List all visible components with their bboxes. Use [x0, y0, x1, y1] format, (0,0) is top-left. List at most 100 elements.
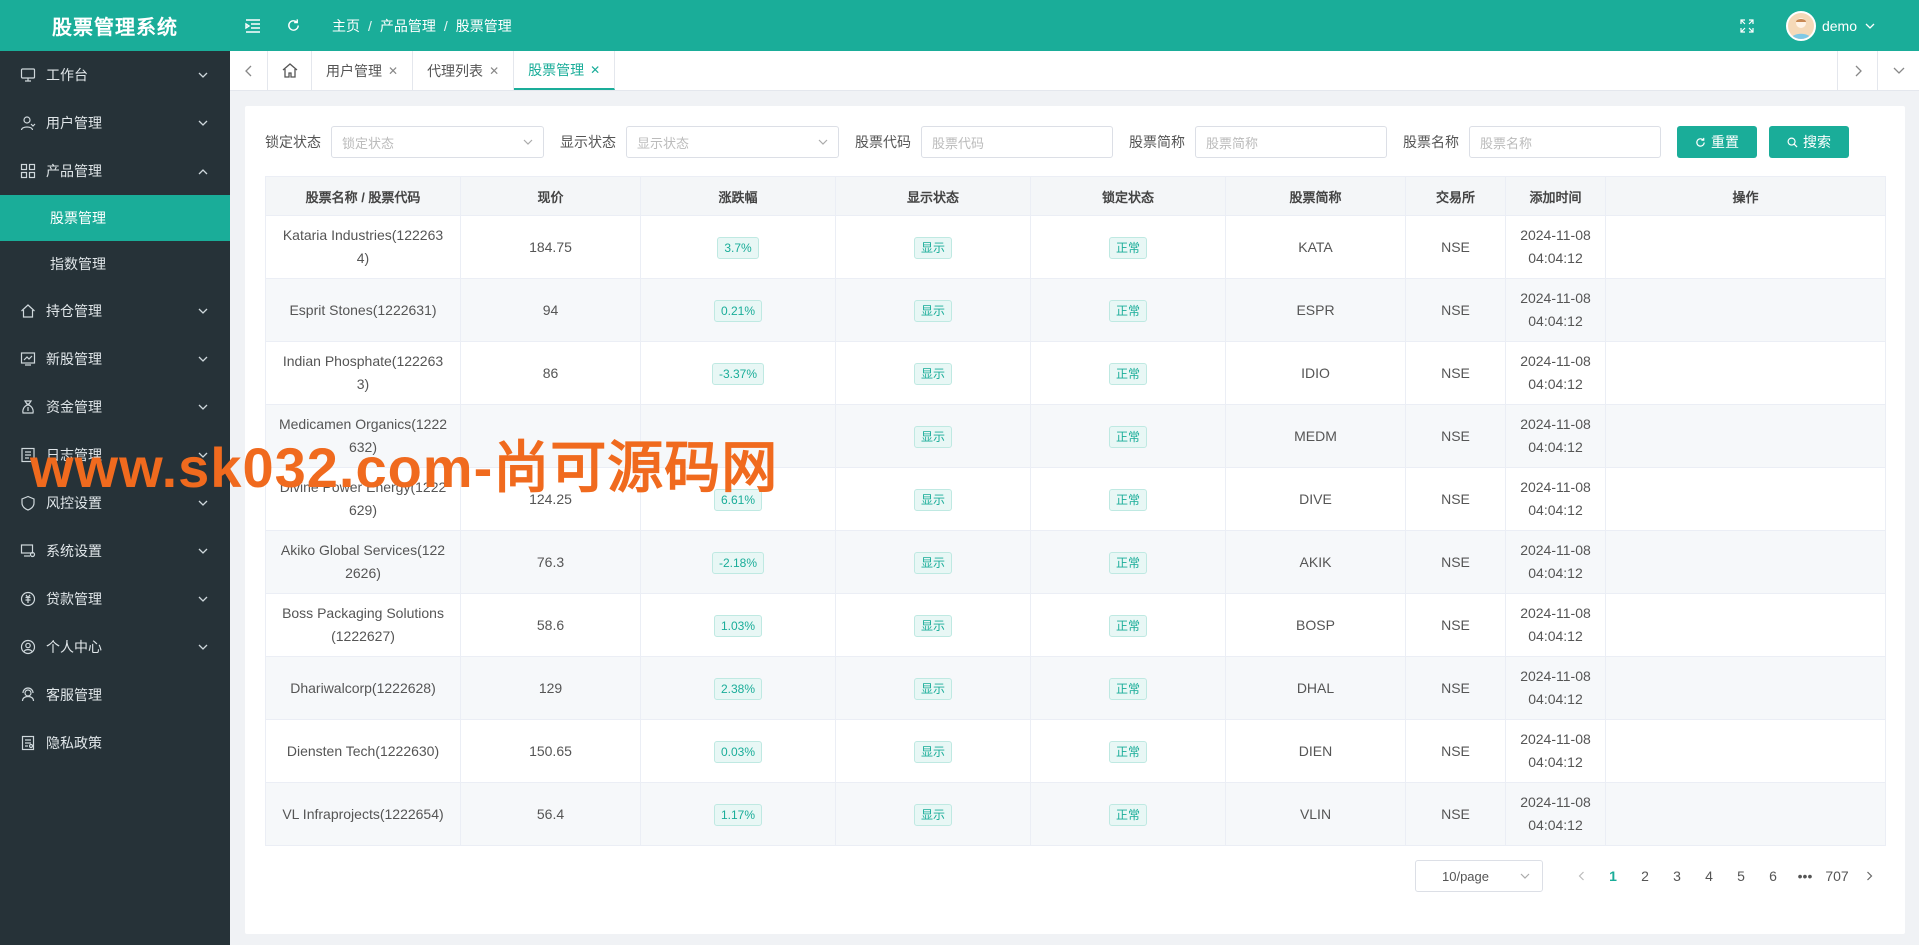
lock-status-select[interactable]: 锁定状态	[331, 126, 544, 158]
cell-actions	[1605, 719, 1886, 783]
sidebar-item-5[interactable]: 新股管理	[0, 335, 230, 383]
column-header-5: 锁定状态	[1030, 176, 1226, 216]
chevron-down-icon	[198, 118, 208, 128]
avatar[interactable]	[1785, 10, 1816, 41]
cell-show-status: 显示	[835, 782, 1031, 846]
pagination: 10/page 123456 ••• 707	[1415, 860, 1885, 892]
column-header-7: 交易所	[1405, 176, 1506, 216]
search-button[interactable]: 搜索	[1769, 126, 1849, 158]
table-row[interactable]: Esprit Stones(1222631) 94 0.21% 显示 正常 ESPR NSE…	[265, 278, 1886, 342]
reset-button[interactable]: 重置	[1677, 126, 1757, 158]
sidebar-item-10[interactable]: 贷款管理	[0, 575, 230, 623]
page-2[interactable]: 2	[1629, 861, 1661, 891]
tab-2[interactable]: 代理列表 ✕	[413, 51, 515, 90]
tabs-scroll-left[interactable]	[230, 51, 268, 90]
breadcrumb-home[interactable]: 主页	[332, 16, 360, 36]
table-row[interactable]: Dhariwalcorp(1222628) 129 2.38% 显示 正常 DHAL NSE…	[265, 656, 1886, 720]
sidebar-subitem-2[interactable]: 指数管理	[0, 241, 230, 287]
sidebar-item-12[interactable]: 客服管理	[0, 671, 230, 719]
cell-exchange: NSE	[1405, 467, 1506, 531]
page-list: 123456	[1597, 861, 1789, 891]
cell-added-time: 2024-11-08 04:04:12	[1505, 215, 1606, 279]
show-status-tag: 显示	[913, 425, 952, 448]
sidebar-item-2[interactable]: 用户管理	[0, 99, 230, 147]
chevron-down-icon	[818, 139, 828, 145]
sidebar-item-1[interactable]: 工作台	[0, 51, 230, 99]
chevron-down-icon	[198, 402, 208, 412]
sidebar-item-label: 新股管理	[46, 351, 102, 367]
cell-name: Boss Packaging Solutions (1222627)	[265, 593, 461, 657]
sidebar-item-3[interactable]: 产品管理	[0, 147, 230, 195]
lock-status-tag: 正常	[1108, 425, 1147, 448]
show-status-tag: 显示	[913, 803, 952, 826]
table-row[interactable]: Diensten Tech(1222630) 150.65 0.03% 显示 正常 DIE…	[265, 719, 1886, 783]
cell-name: Kataria Industries(122263 4)	[265, 215, 461, 279]
cell-short: DHAL	[1225, 656, 1406, 720]
cell-name: Diensten Tech(1222630)	[265, 719, 461, 783]
prev-page-button[interactable]	[1565, 861, 1597, 891]
username[interactable]: demo	[1822, 18, 1857, 34]
stock-name-input[interactable]: 股票名称	[1469, 126, 1661, 158]
show-status-select[interactable]: 显示状态	[626, 126, 839, 158]
filter-short-label: 股票简称	[1129, 134, 1185, 150]
tab-1[interactable]: 用户管理 ✕	[312, 51, 414, 90]
close-icon[interactable]: ✕	[489, 64, 499, 78]
breadcrumb: 主页 / 产品管理 / 股票管理	[332, 16, 512, 36]
cell-exchange: NSE	[1405, 593, 1506, 657]
cell-show-status: 显示	[835, 341, 1031, 405]
content-card: 锁定状态 锁定状态 显示状态 显示状态 股票代码 股票代码 股票简称 股票简称 …	[245, 106, 1905, 934]
close-icon[interactable]: ✕	[388, 64, 398, 78]
tab-3[interactable]: 股票管理 ✕	[514, 51, 616, 90]
page-ellipsis[interactable]: •••	[1789, 861, 1821, 891]
column-header-4: 显示状态	[835, 176, 1031, 216]
page-4[interactable]: 4	[1693, 861, 1725, 891]
cell-change: 1.17%	[640, 782, 836, 846]
cell-lock-status: 正常	[1030, 215, 1226, 279]
stock-short-input[interactable]: 股票简称	[1195, 126, 1387, 158]
lock-status-tag: 正常	[1108, 236, 1147, 259]
table-row[interactable]: Indian Phosphate(122263 3) 86 -3.37% 显示 正常 IDI…	[265, 341, 1886, 405]
tabs-scroll-right[interactable]	[1837, 51, 1877, 90]
table-row[interactable]: Akiko Global Services(122 2626) 76.3 -2.18%…	[265, 530, 1886, 594]
fullscreen-icon[interactable]	[1738, 17, 1756, 35]
tab-home[interactable]	[268, 51, 312, 90]
stock-code-input[interactable]: 股票代码	[921, 126, 1113, 158]
page-6[interactable]: 6	[1757, 861, 1789, 891]
table-row[interactable]: Kataria Industries(122263 4) 184.75 3.7% 显示 正…	[265, 215, 1886, 279]
sidebar-item-label: 用户管理	[46, 115, 102, 131]
chevron-down-icon	[198, 642, 208, 652]
sidebar-item-9[interactable]: 系统设置	[0, 527, 230, 575]
sidebar-item-4[interactable]: 持仓管理	[0, 287, 230, 335]
cell-exchange: NSE	[1405, 278, 1506, 342]
lock-status-tag: 正常	[1108, 740, 1147, 763]
sidebar-item-13[interactable]: 隐私政策	[0, 719, 230, 767]
monitor-icon	[20, 67, 36, 83]
page-3[interactable]: 3	[1661, 861, 1693, 891]
page-last[interactable]: 707	[1821, 861, 1853, 891]
refresh-icon[interactable]	[284, 17, 302, 35]
close-icon[interactable]: ✕	[590, 63, 600, 77]
page-size-select[interactable]: 10/page	[1415, 860, 1543, 892]
filter-show-label: 显示状态	[560, 134, 616, 150]
tabs-menu-dropdown[interactable]	[1877, 51, 1919, 90]
cell-price: 94	[460, 278, 641, 342]
sidebar-subitem-1[interactable]: 股票管理	[0, 195, 230, 241]
chevron-down-icon	[1520, 873, 1530, 879]
cell-actions	[1605, 341, 1886, 405]
table-row[interactable]: Boss Packaging Solutions (1222627) 58.6 1.0…	[265, 593, 1886, 657]
headset-icon	[20, 687, 36, 703]
next-page-button[interactable]	[1853, 861, 1885, 891]
cell-price: 184.75	[460, 215, 641, 279]
collapse-menu-icon[interactable]	[244, 17, 262, 35]
breadcrumb-product[interactable]: 产品管理	[380, 16, 436, 36]
cell-show-status: 显示	[835, 467, 1031, 531]
cell-added-time: 2024-11-08 04:04:12	[1505, 404, 1606, 468]
page-5[interactable]: 5	[1725, 861, 1757, 891]
page-1[interactable]: 1	[1597, 861, 1629, 891]
filter-code-label: 股票代码	[855, 134, 911, 150]
chevron-down-icon[interactable]	[1861, 17, 1879, 35]
table-row[interactable]: VL Infraprojects(1222654) 56.4 1.17% 显示 正常 VL…	[265, 782, 1886, 846]
sidebar-item-11[interactable]: 个人中心	[0, 623, 230, 671]
cell-change: 3.7%	[640, 215, 836, 279]
cell-name: Esprit Stones(1222631)	[265, 278, 461, 342]
